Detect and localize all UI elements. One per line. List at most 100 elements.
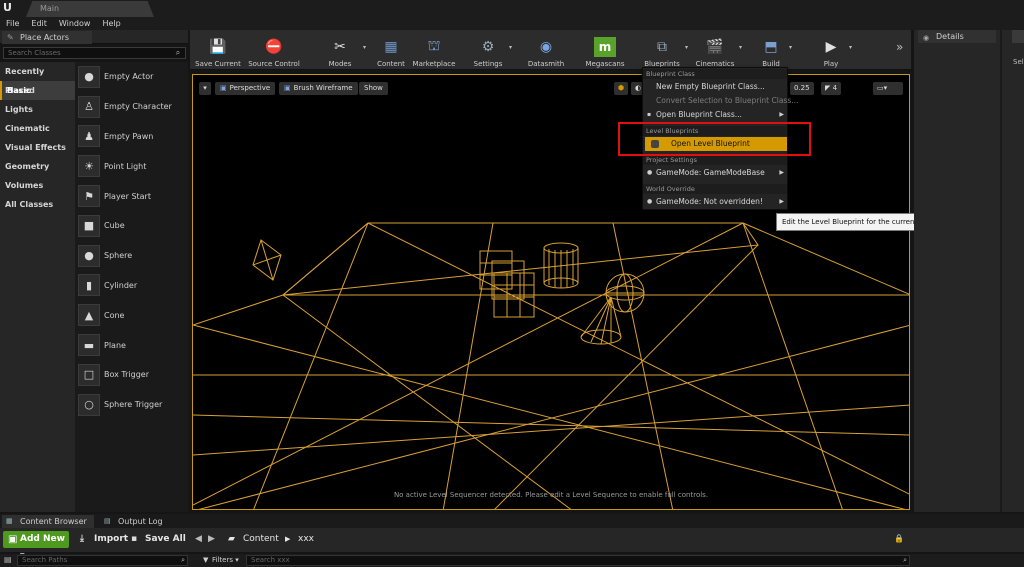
actor-box-trigger[interactable]: □ Box Trigger bbox=[75, 360, 188, 390]
actor-empty-actor[interactable]: ● Empty Actor bbox=[75, 62, 188, 92]
tab-output-log[interactable]: ▤ Output Log bbox=[100, 515, 186, 528]
category-geometry[interactable]: Geometry bbox=[0, 157, 75, 176]
sources-toggle-icon[interactable]: ▤ bbox=[4, 555, 12, 564]
category-all-classes[interactable]: All Classes bbox=[0, 195, 75, 214]
actor-sphere[interactable]: ● Sphere bbox=[75, 241, 188, 271]
import-button[interactable]: ⤓ Import bbox=[80, 531, 128, 548]
plane-icon: ▬ bbox=[78, 334, 100, 357]
transform-mode-icon[interactable]: ⬢ bbox=[614, 82, 629, 95]
search-paths-input[interactable]: Search Paths ⌕ bbox=[17, 555, 188, 566]
tab-content-browser-label: Content Browser bbox=[20, 517, 87, 526]
breadcrumb-xxx[interactable]: xxx bbox=[298, 531, 314, 548]
chevron-down-icon: ▾ bbox=[684, 44, 688, 51]
sphere-trigger-icon: ○ bbox=[78, 393, 100, 416]
chevron-down-icon: ▾ bbox=[362, 44, 366, 51]
actor-plane[interactable]: ▬ Plane bbox=[75, 330, 188, 360]
source-control-button[interactable]: ⛔ Source Control bbox=[246, 30, 302, 70]
blueprints-button[interactable]: ⧉ Blueprints ▾ bbox=[642, 30, 688, 70]
content-button[interactable]: ▦ Content bbox=[373, 30, 409, 70]
panel-splitter[interactable] bbox=[1000, 30, 1002, 512]
unreal-logo-icon[interactable]: U bbox=[3, 1, 17, 15]
lock-icon[interactable]: 🔒 bbox=[894, 534, 904, 543]
camera-speed-value: 4 bbox=[832, 84, 838, 92]
actor-cube[interactable]: ■ Cube bbox=[75, 211, 188, 241]
actor-empty-character[interactable]: ♙ Empty Character bbox=[75, 92, 188, 122]
menu-item-new-empty-blueprint[interactable]: New Empty Blueprint Class... bbox=[643, 80, 787, 94]
menu-item-open-blueprint-class[interactable]: ▪ Open Blueprint Class... ▶ bbox=[643, 108, 787, 122]
category-recently-placed[interactable]: Recently Placed bbox=[0, 62, 75, 95]
search-classes-input[interactable]: Search Classes ⌕ bbox=[3, 47, 186, 59]
category-visual-effects[interactable]: Visual Effects bbox=[0, 138, 75, 157]
menu-item-gamemode-world[interactable]: ● GameMode: Not overridden! ▶ bbox=[643, 195, 787, 209]
search-assets-input[interactable]: Search xxx ⌕ bbox=[246, 555, 910, 566]
menu-help[interactable]: Help bbox=[96, 17, 126, 30]
place-actors-icon: ✎ bbox=[7, 33, 14, 42]
tab-content-browser[interactable]: ▦ Content Browser bbox=[2, 515, 94, 528]
menu-item-convert-selection[interactable]: Convert Selection to Blueprint Class... bbox=[643, 94, 798, 108]
menu-item-label: GameMode: GameModeBase bbox=[656, 168, 765, 177]
tab-details[interactable]: ◉ Details bbox=[918, 30, 996, 43]
actor-label: Cylinder bbox=[104, 280, 138, 290]
megascans-button[interactable]: m Megascans bbox=[584, 30, 626, 70]
modes-button[interactable]: ✂ Modes ▾ bbox=[320, 30, 366, 70]
back-arrow-icon[interactable]: ◀ bbox=[195, 531, 202, 548]
marketplace-button[interactable]: ⛫ Marketplace bbox=[411, 30, 457, 70]
perspective-button[interactable]: ▣ Perspective bbox=[215, 82, 276, 95]
filters-button[interactable]: ▼ Filters ▾ bbox=[203, 555, 239, 566]
actor-cylinder[interactable]: ▮ Cylinder bbox=[75, 271, 188, 301]
view-mode-button[interactable]: ▣ Brush Wireframe bbox=[279, 82, 358, 95]
modes-label: Modes bbox=[328, 60, 352, 68]
play-button[interactable]: ▶ Play ▾ bbox=[816, 30, 852, 70]
actor-label: Plane bbox=[104, 340, 126, 350]
actor-player-start[interactable]: ⚑ Player Start bbox=[75, 181, 188, 211]
menu-item-gamemode-project[interactable]: ● GameMode: GameModeBase ▶ bbox=[643, 166, 787, 180]
viewport-layout-icon[interactable]: ▭▾ bbox=[873, 82, 903, 95]
category-list: Recently Placed Basic Lights Cinematic V… bbox=[0, 62, 75, 512]
actor-label: Sphere bbox=[104, 251, 133, 261]
toolbar-overflow-icon[interactable]: » bbox=[896, 40, 903, 54]
marketplace-label: Marketplace bbox=[412, 60, 456, 68]
actor-sphere-trigger[interactable]: ○ Sphere Trigger bbox=[75, 390, 188, 420]
show-button[interactable]: Show bbox=[359, 82, 388, 95]
level-tab-main[interactable]: Main bbox=[26, 1, 154, 17]
tab-place-actors[interactable]: ✎ Place Actors bbox=[2, 31, 92, 44]
content-grid-icon: ▦ bbox=[384, 39, 398, 55]
category-basic[interactable]: Basic bbox=[0, 81, 75, 100]
menu-window[interactable]: Window bbox=[53, 17, 97, 30]
save-current-button[interactable]: 💾 Save Current bbox=[194, 30, 242, 70]
actor-label: Empty Actor bbox=[104, 72, 154, 82]
camera-speed-icon: ◤ bbox=[825, 84, 833, 92]
folder-icon: ▰ bbox=[228, 534, 235, 544]
camera-speed-button[interactable]: ◤ 4 bbox=[821, 82, 842, 95]
show-label: Show bbox=[364, 84, 383, 92]
chevron-right-icon: ▶ bbox=[779, 198, 784, 205]
actor-point-light[interactable]: ☀ Point Light bbox=[75, 151, 188, 181]
build-button[interactable]: ⬒ Build ▾ bbox=[756, 30, 792, 70]
cube-icon: ■ bbox=[78, 214, 100, 237]
menu-section-project-settings: Project Settings bbox=[643, 155, 787, 165]
add-icon: ▣ bbox=[8, 534, 18, 545]
breadcrumb-separator-icon: ▶ bbox=[285, 535, 291, 543]
menu-edit[interactable]: Edit bbox=[25, 17, 53, 30]
forward-arrow-icon[interactable]: ▶ bbox=[208, 531, 215, 548]
marketplace-icon: ⛫ bbox=[427, 38, 441, 54]
chevron-right-icon: ▶ bbox=[779, 111, 784, 118]
settings-button[interactable]: ⚙ Settings ▾ bbox=[470, 30, 512, 70]
search-icon: ⌕ bbox=[175, 48, 181, 57]
actor-cone[interactable]: ▲ Cone bbox=[75, 300, 188, 330]
tab-output-log-label: Output Log bbox=[118, 517, 163, 526]
tab-world-outliner[interactable] bbox=[1012, 30, 1024, 43]
actor-empty-pawn[interactable]: ♟ Empty Pawn bbox=[75, 122, 188, 152]
pawn-icon: ♟ bbox=[78, 125, 100, 148]
menu-file[interactable]: File bbox=[0, 17, 25, 30]
blueprints-icon: ⧉ bbox=[657, 39, 667, 55]
add-new-button[interactable]: ▣ Add New ▾ bbox=[3, 531, 69, 561]
category-lights[interactable]: Lights bbox=[0, 100, 75, 119]
category-cinematic[interactable]: Cinematic bbox=[0, 119, 75, 138]
viewport-options-button[interactable]: ▾ bbox=[199, 82, 211, 95]
cinematics-button[interactable]: 🎬 Cinematics ▾ bbox=[694, 30, 742, 70]
save-all-button[interactable]: ▪ Save All bbox=[131, 531, 186, 548]
datasmith-button[interactable]: ◉ Datasmith bbox=[526, 30, 566, 70]
breadcrumb-content[interactable]: Content bbox=[243, 531, 279, 548]
category-volumes[interactable]: Volumes bbox=[0, 176, 75, 195]
